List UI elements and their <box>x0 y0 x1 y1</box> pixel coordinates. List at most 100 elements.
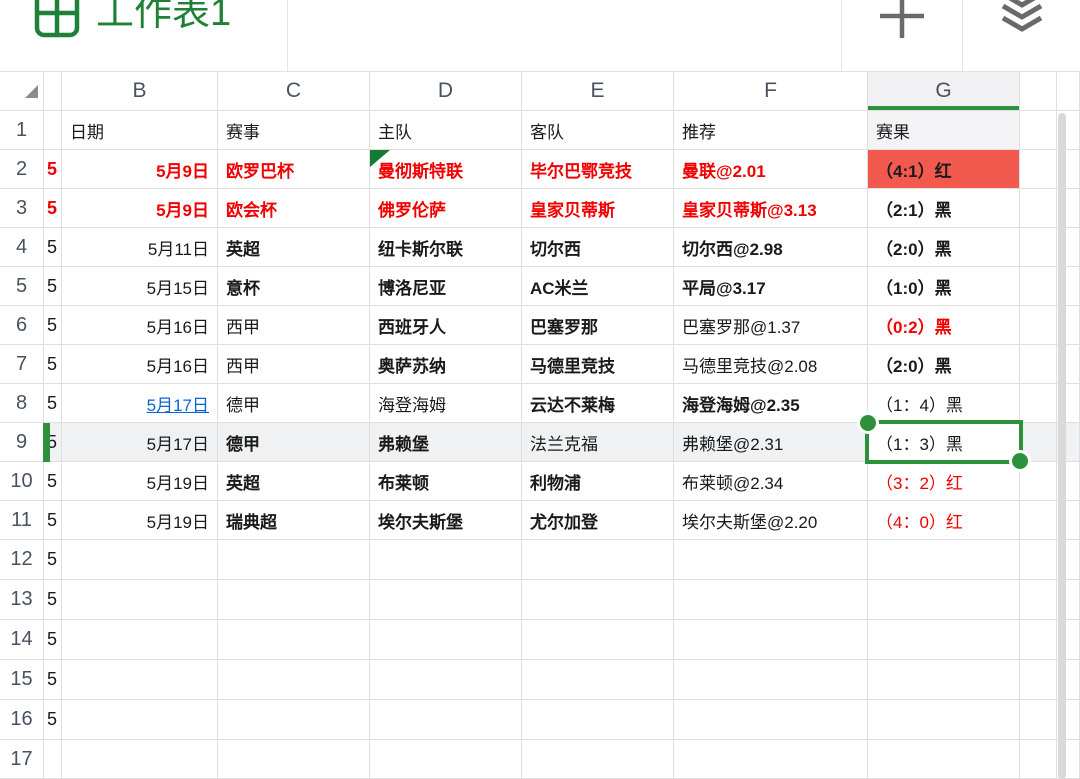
cell-F5[interactable]: 平局@3.17 <box>674 267 868 306</box>
cell-C4[interactable]: 英超 <box>218 228 370 267</box>
cell-F11[interactable]: 埃尔夫斯堡@2.20 <box>674 501 868 540</box>
cell-C5[interactable]: 意杯 <box>218 267 370 306</box>
row-header-17[interactable]: 17 <box>0 740 44 779</box>
vertical-scrollbar[interactable] <box>1058 113 1066 779</box>
cell-C16[interactable] <box>218 700 370 740</box>
cell-G11[interactable]: （4：0）红 <box>868 501 1020 540</box>
cell-A17[interactable] <box>44 740 62 779</box>
cell-D13[interactable] <box>370 580 522 620</box>
column-header-H[interactable] <box>1020 72 1057 111</box>
cell-G12[interactable] <box>868 540 1020 580</box>
cell-C6[interactable]: 西甲 <box>218 306 370 345</box>
row-header-2[interactable]: 2 <box>0 150 44 189</box>
row-header-1[interactable]: 1 <box>0 111 44 150</box>
cell-B12[interactable] <box>62 540 218 580</box>
cell-E4[interactable]: 切尔西 <box>522 228 674 267</box>
cell-B11[interactable]: 5月19日 <box>62 501 218 540</box>
cell-H11[interactable] <box>1020 501 1057 540</box>
cell-F15[interactable] <box>674 660 868 700</box>
cell-B2[interactable]: 5月9日 <box>62 150 218 189</box>
cell-F2[interactable]: 曼联@2.01 <box>674 150 868 189</box>
sheet-list-button[interactable] <box>963 0 1080 71</box>
cell-H6[interactable] <box>1020 306 1057 345</box>
cell-D10[interactable]: 布莱顿 <box>370 462 522 501</box>
cell-D7[interactable]: 奥萨苏纳 <box>370 345 522 384</box>
cell-A15[interactable]: 5 <box>44 660 62 700</box>
cell-D2[interactable]: 曼彻斯特联 <box>370 150 522 189</box>
cell-A1[interactable] <box>44 111 62 150</box>
cell-H1[interactable] <box>1020 111 1057 150</box>
cell-F1[interactable]: 推荐 <box>674 111 868 150</box>
cell-D12[interactable] <box>370 540 522 580</box>
cell-H17[interactable] <box>1020 740 1057 779</box>
cell-F8[interactable]: 海登海姆@2.35 <box>674 384 868 423</box>
cell-A10[interactable]: 5 <box>44 462 62 501</box>
cell-A13[interactable]: 5 <box>44 580 62 620</box>
column-header-F[interactable]: F <box>674 72 868 111</box>
cell-A6[interactable]: 5 <box>44 306 62 345</box>
cell-E10[interactable]: 利物浦 <box>522 462 674 501</box>
cell-C13[interactable] <box>218 580 370 620</box>
cell-C17[interactable] <box>218 740 370 779</box>
row-header-15[interactable]: 15 <box>0 660 44 700</box>
column-header-G[interactable]: G <box>868 72 1020 111</box>
row-header-14[interactable]: 14 <box>0 620 44 660</box>
cell-D17[interactable] <box>370 740 522 779</box>
row-header-4[interactable]: 4 <box>0 228 44 267</box>
cell-F12[interactable] <box>674 540 868 580</box>
row-header-16[interactable]: 16 <box>0 700 44 740</box>
cell-H5[interactable] <box>1020 267 1057 306</box>
cell-E12[interactable] <box>522 540 674 580</box>
cell-H14[interactable] <box>1020 620 1057 660</box>
row-header-13[interactable]: 13 <box>0 580 44 620</box>
cell-E8[interactable]: 云达不莱梅 <box>522 384 674 423</box>
cell-E9[interactable]: 法兰克福 <box>522 423 674 462</box>
cell-F4[interactable]: 切尔西@2.98 <box>674 228 868 267</box>
cell-G6[interactable]: （0:2）黑 <box>868 306 1020 345</box>
cell-E17[interactable] <box>522 740 674 779</box>
cell-G8[interactable]: （1：4）黑 <box>868 384 1020 423</box>
cell-G13[interactable] <box>868 580 1020 620</box>
cell-B17[interactable] <box>62 740 218 779</box>
cell-E13[interactable] <box>522 580 674 620</box>
row-header-11[interactable]: 11 <box>0 501 44 540</box>
column-header-E[interactable]: E <box>522 72 674 111</box>
cell-A11[interactable]: 5 <box>44 501 62 540</box>
cell-D6[interactable]: 西班牙人 <box>370 306 522 345</box>
row-header-6[interactable]: 6 <box>0 306 44 345</box>
cell-A5[interactable]: 5 <box>44 267 62 306</box>
cell-B15[interactable] <box>62 660 218 700</box>
cell-F10[interactable]: 布莱顿@2.34 <box>674 462 868 501</box>
cell-G7[interactable]: （2:0）黑 <box>868 345 1020 384</box>
cell-D9[interactable]: 弗赖堡 <box>370 423 522 462</box>
cell-C3[interactable]: 欧会杯 <box>218 189 370 228</box>
cell-F9[interactable]: 弗赖堡@2.31 <box>674 423 868 462</box>
add-sheet-button[interactable] <box>842 0 962 71</box>
select-all-corner[interactable] <box>0 72 44 111</box>
cell-H13[interactable] <box>1020 580 1057 620</box>
cell-B10[interactable]: 5月19日 <box>62 462 218 501</box>
cell-C10[interactable]: 英超 <box>218 462 370 501</box>
cell-B7[interactable]: 5月16日 <box>62 345 218 384</box>
cell-E6[interactable]: 巴塞罗那 <box>522 306 674 345</box>
cell-G15[interactable] <box>868 660 1020 700</box>
cell-B1[interactable]: 日期 <box>62 111 218 150</box>
cell-D16[interactable] <box>370 700 522 740</box>
cell-A12[interactable]: 5 <box>44 540 62 580</box>
cell-C12[interactable] <box>218 540 370 580</box>
cell-E11[interactable]: 尤尔加登 <box>522 501 674 540</box>
cell-B16[interactable] <box>62 700 218 740</box>
row-header-9[interactable]: 9 <box>0 423 44 462</box>
cell-C1[interactable]: 赛事 <box>218 111 370 150</box>
cell-A4[interactable]: 5 <box>44 228 62 267</box>
cell-A3[interactable]: 5 <box>44 189 62 228</box>
cell-F3[interactable]: 皇家贝蒂斯@3.13 <box>674 189 868 228</box>
cell-H16[interactable] <box>1020 700 1057 740</box>
cell-F14[interactable] <box>674 620 868 660</box>
cell-C14[interactable] <box>218 620 370 660</box>
cell-D1[interactable]: 主队 <box>370 111 522 150</box>
cell-H4[interactable] <box>1020 228 1057 267</box>
column-header-D[interactable]: D <box>370 72 522 111</box>
selection-box[interactable] <box>865 420 1023 464</box>
row-header-8[interactable]: 8 <box>0 384 44 423</box>
